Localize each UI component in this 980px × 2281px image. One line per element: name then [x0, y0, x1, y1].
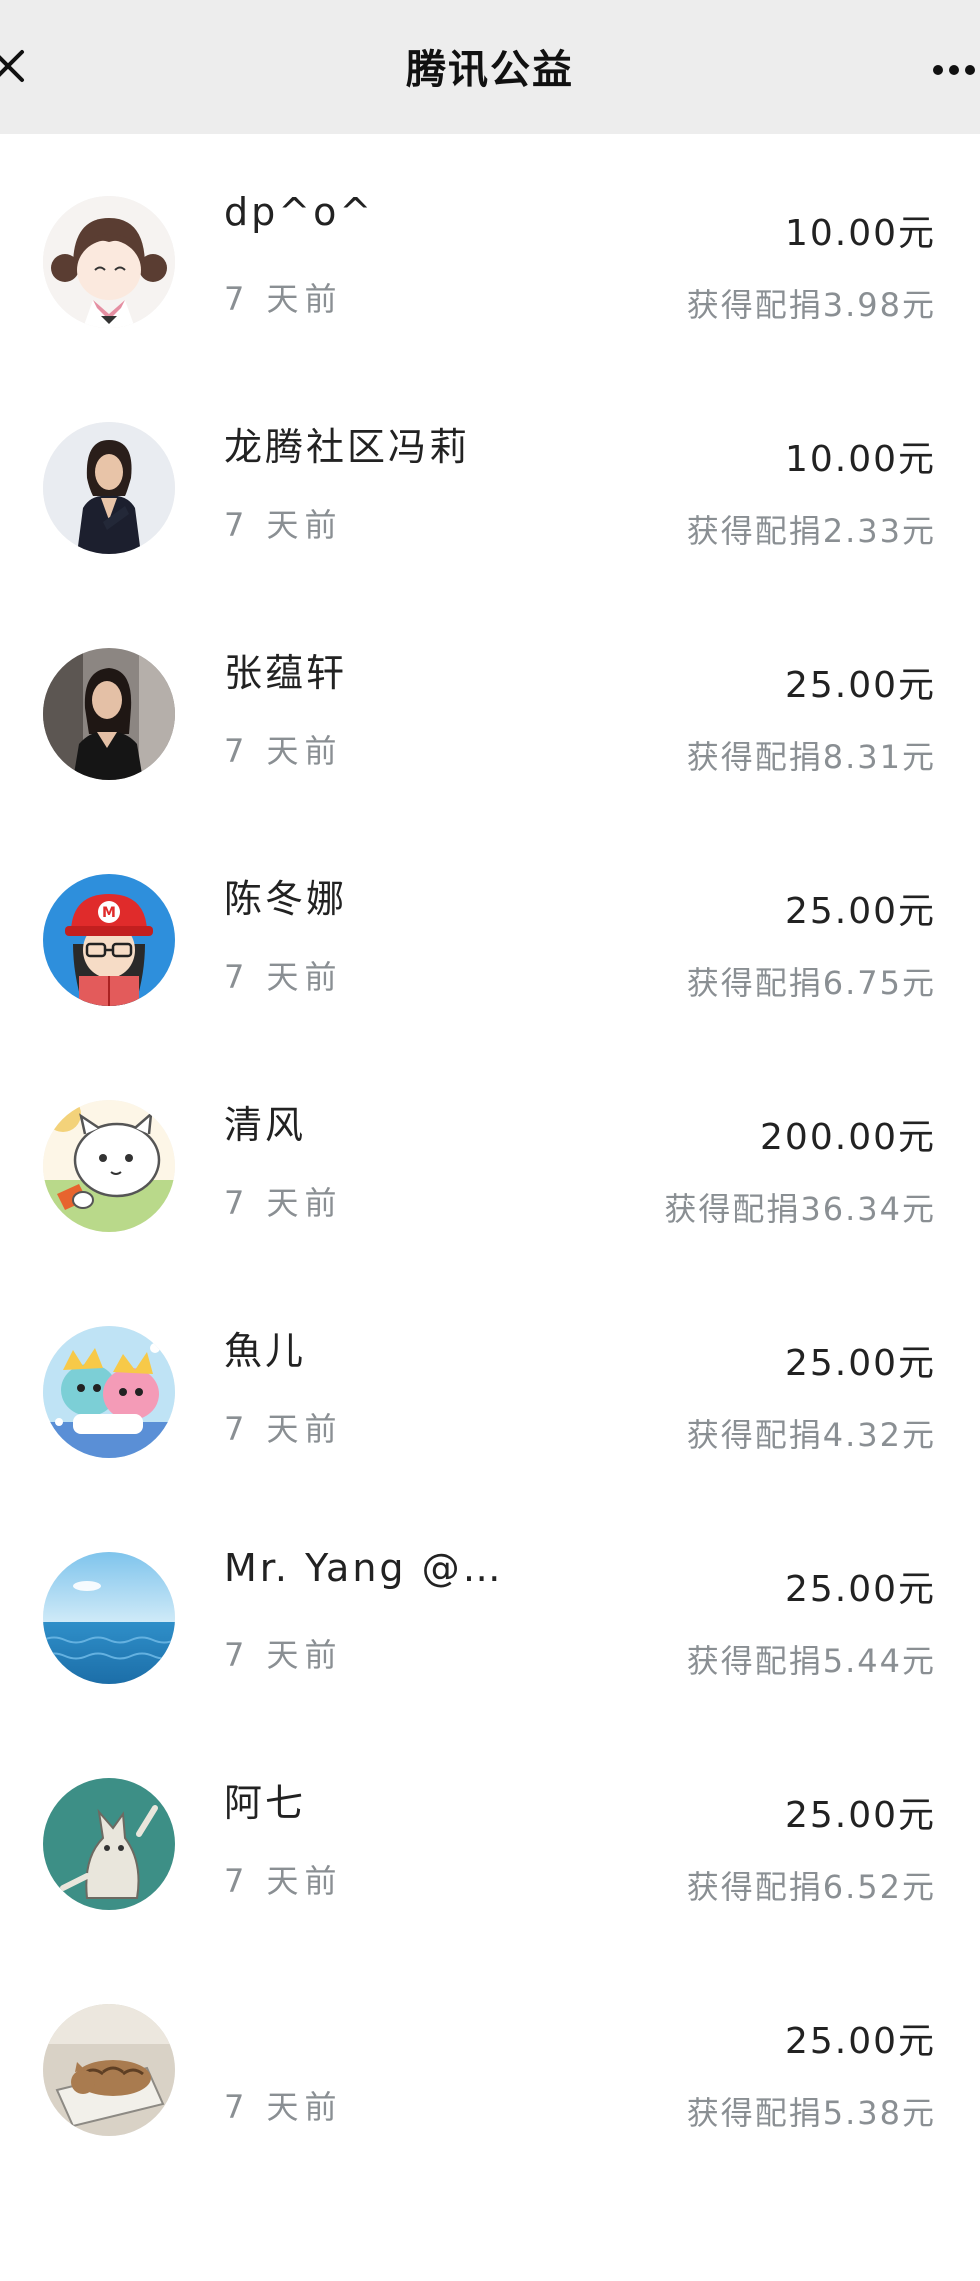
donation-time: 7 天前 — [224, 2088, 343, 2126]
matched-amount: 获得配捐4.32元 — [686, 1416, 936, 1454]
matched-amount: 获得配捐8.31元 — [686, 738, 936, 776]
donation-time: 7 天前 — [224, 1410, 343, 1448]
cartoon-cat-avatar — [43, 1100, 175, 1232]
donation-time: 7 天前 — [224, 1862, 343, 1900]
donation-row[interactable]: M 陈冬娜 7 天前 25.00元 获得配捐6.75元 — [0, 812, 980, 1038]
matched-amount: 获得配捐3.98元 — [686, 286, 936, 324]
donation-row[interactable]: 龙腾社区冯莉 7 天前 10.00元 获得配捐2.33元 — [0, 360, 980, 586]
donation-row[interactable]: 清风 7 天前 200.00元 获得配捐36.34元 — [0, 1038, 980, 1264]
svg-text:M: M — [102, 905, 116, 921]
matched-amount: 获得配捐36.34元 — [664, 1190, 936, 1228]
donor-name: 龙腾社区冯莉 — [224, 425, 471, 469]
donation-amount: 10.00元 — [784, 213, 936, 254]
donation-time: 7 天前 — [224, 280, 343, 318]
more-dots-icon — [933, 65, 975, 75]
donation-amount: 200.00元 — [760, 1117, 936, 1158]
donation-row[interactable]: Mr. Yang @… 7 天前 25.00元 获得配捐5.44元 — [0, 1490, 980, 1716]
matched-amount: 获得配捐6.52元 — [686, 1868, 936, 1906]
donation-time: 7 天前 — [224, 958, 343, 996]
matched-amount: 获得配捐2.33元 — [686, 512, 936, 550]
cartoon-girl-avatar — [43, 196, 175, 328]
cartoon-red-cap-avatar: M — [43, 874, 175, 1006]
sketch-cat-avatar — [43, 1778, 175, 1910]
donation-time: 7 天前 — [224, 1636, 343, 1674]
donation-time: 7 天前 — [224, 732, 343, 770]
donation-row[interactable]: 张蕴轩 7 天前 25.00元 获得配捐8.31元 — [0, 586, 980, 812]
donation-amount: 25.00元 — [784, 1569, 936, 1610]
donation-time: 7 天前 — [224, 506, 343, 544]
woman-suit-photo-avatar — [43, 422, 175, 554]
donor-name: Mr. Yang @… — [224, 1546, 504, 1590]
cartoon-colorful-avatar — [43, 1326, 175, 1458]
donation-amount: 25.00元 — [784, 1343, 936, 1384]
donation-amount: 25.00元 — [784, 665, 936, 706]
sleeping-cat-photo-avatar — [43, 2004, 175, 2136]
donation-amount: 25.00元 — [784, 891, 936, 932]
page-title: 腾讯公益 — [406, 47, 574, 93]
donation-row[interactable]: dp^o^ 7 天前 10.00元 获得配捐3.98元 — [0, 134, 980, 360]
donation-row[interactable]: 魚儿 7 天前 25.00元 获得配捐4.32元 — [0, 1264, 980, 1490]
donation-amount: 25.00元 — [784, 1795, 936, 1836]
donor-name: 张蕴轩 — [224, 651, 348, 695]
woman-photo-avatar — [43, 648, 175, 780]
matched-amount: 获得配捐5.44元 — [686, 1642, 936, 1680]
more-button[interactable] — [928, 55, 980, 85]
donation-row[interactable]: 阿七 7 天前 25.00元 获得配捐6.52元 — [0, 1716, 980, 1942]
donor-name: 魚儿 — [224, 1329, 307, 1373]
matched-amount: 获得配捐6.75元 — [686, 964, 936, 1002]
top-bar: 腾讯公益 — [0, 0, 980, 134]
donation-row[interactable]: 7 天前 25.00元 获得配捐5.38元 — [0, 1942, 980, 2168]
donation-amount: 25.00元 — [784, 2021, 936, 2062]
donor-name: 清风 — [224, 1103, 307, 1147]
donation-time: 7 天前 — [224, 1184, 343, 1222]
donation-amount: 10.00元 — [784, 439, 936, 480]
donor-name: 陈冬娜 — [224, 877, 348, 921]
ocean-sky-avatar — [43, 1552, 175, 1684]
matched-amount: 获得配捐5.38元 — [686, 2094, 936, 2132]
donor-name: dp^o^ — [224, 190, 375, 234]
donor-name: 阿七 — [224, 1781, 307, 1825]
